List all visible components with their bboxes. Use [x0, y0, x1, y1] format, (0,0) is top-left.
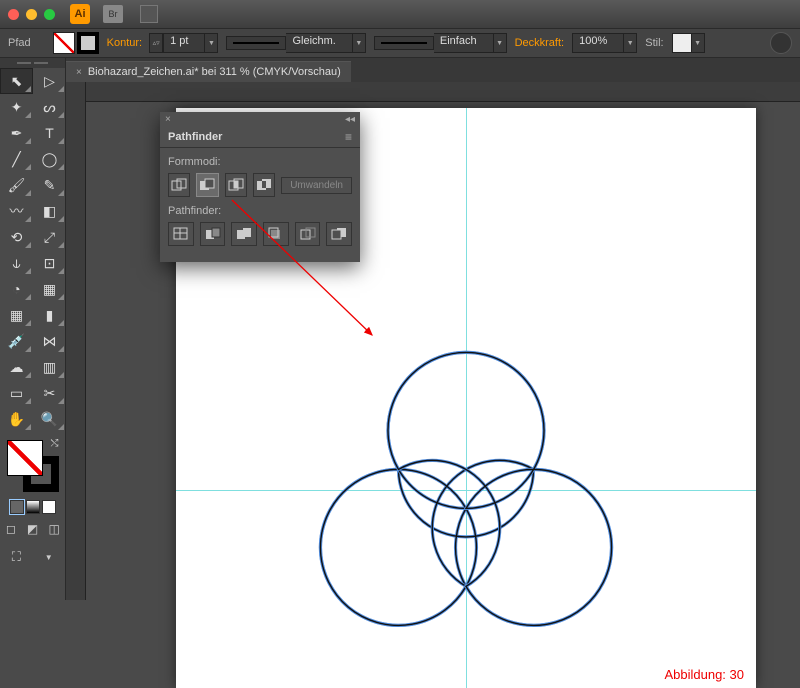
window-close-button[interactable] [8, 9, 19, 20]
close-icon[interactable]: × [165, 114, 171, 125]
window-maximize-button[interactable] [44, 9, 55, 20]
control-bar: Pfad Kontur: ▵▿1 pt▼ Gleichm.▼ Einfach▼ … [0, 28, 800, 58]
pen-tool[interactable]: ✒ [0, 120, 33, 146]
app-icon: Ai [70, 4, 90, 24]
unite-button[interactable] [168, 173, 190, 197]
profile-preview [226, 36, 286, 50]
profile-dropdown[interactable]: ▼ [352, 33, 366, 53]
style-dropdown[interactable]: ▼ [691, 33, 705, 53]
stroke-weight-dropdown[interactable]: ▼ [204, 33, 218, 53]
opacity-field[interactable]: 100% [572, 33, 624, 53]
stroke-swatch[interactable] [77, 32, 99, 54]
blend-tool[interactable]: ⋈ [33, 328, 66, 354]
color-mode-button[interactable] [10, 500, 24, 514]
brush-select[interactable]: Einfach [434, 33, 494, 53]
panel-menu-icon[interactable]: ≡ [345, 130, 352, 144]
style-label: Stil: [645, 37, 663, 49]
fill-box[interactable] [7, 440, 43, 476]
stroke-weight-stepper[interactable]: ▵▿ [149, 33, 163, 53]
ruler-horizontal[interactable] [86, 82, 800, 102]
symbol-sprayer-tool[interactable]: ☁ [0, 354, 33, 380]
draw-normal-button[interactable]: ◻ [0, 518, 22, 540]
lasso-tool[interactable]: ᔕ [33, 94, 66, 120]
collapse-icon[interactable]: ◂◂ [345, 114, 355, 125]
fill-swatch[interactable] [53, 32, 75, 54]
perspective-grid-tool[interactable]: ▦ [33, 276, 66, 302]
merge-button[interactable] [231, 222, 257, 246]
width-tool[interactable]: ⫝ [0, 250, 33, 276]
document-tab-label: Biohazard_Zeichen.ai* bei 311 % (CMYK/Vo… [88, 66, 341, 78]
pencil-tool[interactable]: ✎ [33, 172, 66, 198]
bridge-button[interactable]: Br [103, 5, 123, 23]
opacity-label[interactable]: Deckkraft: [515, 37, 565, 49]
biohazard-path[interactable] [286, 288, 646, 648]
divide-button[interactable] [168, 222, 194, 246]
minus-back-button[interactable] [326, 222, 352, 246]
blob-brush-tool[interactable]: 〰 [0, 198, 33, 224]
shape-builder-tool[interactable]: ◔ [0, 276, 33, 302]
outline-button[interactable] [295, 222, 321, 246]
eraser-tool[interactable]: ◧ [33, 198, 66, 224]
opacity-dropdown[interactable]: ▼ [623, 33, 637, 53]
screen-mode-button[interactable]: ⛶ [0, 546, 33, 568]
stroke-label[interactable]: Kontur: [107, 37, 142, 49]
free-transform-tool[interactable]: ⊡ [33, 250, 66, 276]
graph-tool[interactable]: ▥ [33, 354, 66, 380]
mesh-tool[interactable]: ▦ [0, 302, 33, 328]
profile-select[interactable]: Gleichm. [286, 33, 352, 53]
tools-panel: ⬉▷✦ᔕ✒T╱◯🖌✎〰◧⟲⤢⫝⊡◔▦▦▮💉⋈☁▥▭✂✋🔍 ⤭ ◻ ◩ ◫ ⛶ ▼ [0, 58, 66, 600]
expand-button: Umwandeln [281, 177, 352, 194]
selection-tool[interactable]: ⬉ [0, 68, 33, 94]
screen-mode-dropdown[interactable]: ▼ [33, 546, 66, 568]
zoom-tool[interactable]: 🔍 [33, 406, 66, 432]
style-swatch[interactable] [672, 33, 692, 53]
draw-behind-button[interactable]: ◩ [22, 518, 44, 540]
arrange-docs-button[interactable] [140, 5, 158, 23]
slice-tool[interactable]: ✂ [33, 380, 66, 406]
close-tab-icon[interactable]: × [76, 67, 82, 78]
trim-button[interactable] [200, 222, 226, 246]
artboard-tool[interactable]: ▭ [0, 380, 33, 406]
exclude-button[interactable] [253, 173, 275, 197]
draw-inside-button[interactable]: ◫ [43, 518, 65, 540]
paintbrush-tool[interactable]: 🖌 [0, 172, 33, 198]
ellipse-tool[interactable]: ◯ [33, 146, 66, 172]
none-mode-button[interactable] [42, 500, 56, 514]
shape-modes-label: Formmodi: [168, 156, 352, 168]
scale-tool[interactable]: ⤢ [33, 224, 66, 250]
gradient-tool[interactable]: ▮ [33, 302, 66, 328]
eyedropper-tool[interactable]: 💉 [0, 328, 33, 354]
magic-wand-tool[interactable]: ✦ [0, 94, 33, 120]
ruler-vertical[interactable] [66, 82, 86, 600]
line-tool[interactable]: ╱ [0, 146, 33, 172]
pathfinder-ops-label: Pathfinder: [168, 205, 352, 217]
minus-front-button[interactable] [196, 173, 218, 197]
intersect-button[interactable] [225, 173, 247, 197]
window-titlebar: Ai Br [0, 0, 800, 28]
object-type-label: Pfad [8, 37, 31, 49]
brush-dropdown[interactable]: ▼ [493, 33, 507, 53]
gradient-mode-button[interactable] [26, 500, 40, 514]
swap-fill-stroke-icon[interactable]: ⤭ [51, 438, 59, 449]
rotate-tool[interactable]: ⟲ [0, 224, 33, 250]
document-tab[interactable]: × Biohazard_Zeichen.ai* bei 311 % (CMYK/… [66, 61, 351, 82]
stroke-weight-field[interactable]: 1 pt [163, 33, 205, 53]
brush-preview [374, 36, 434, 50]
panel-header[interactable]: × ◂◂ [160, 112, 360, 126]
type-tool[interactable]: T [33, 120, 66, 146]
fill-stroke-indicator[interactable]: ⤭ [5, 438, 61, 494]
panel-title: Pathfinder [168, 131, 222, 143]
crop-button[interactable] [263, 222, 289, 246]
sync-button[interactable] [770, 32, 792, 54]
pathfinder-panel[interactable]: × ◂◂ Pathfinder ≡ Formmodi: Umwandeln Path… [160, 112, 360, 262]
direct-selection-tool[interactable]: ▷ [33, 68, 66, 94]
window-minimize-button[interactable] [26, 9, 37, 20]
hand-tool[interactable]: ✋ [0, 406, 33, 432]
figure-caption: Abbildung: 30 [664, 667, 744, 682]
tools-grip[interactable] [0, 58, 65, 68]
document-tab-bar: × Biohazard_Zeichen.ai* bei 311 % (CMYK/… [0, 58, 800, 82]
